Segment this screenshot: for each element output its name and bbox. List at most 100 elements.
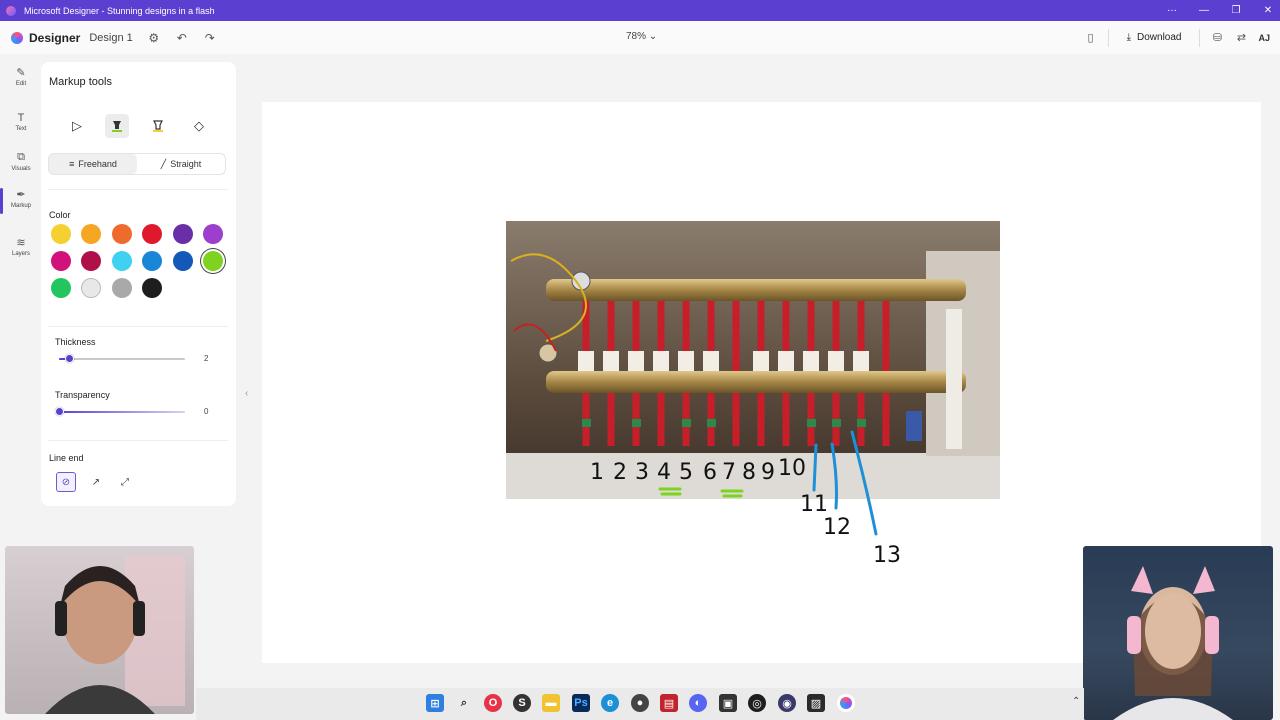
app-icon[interactable]: ▤	[660, 694, 678, 712]
windows-start-icon[interactable]: ⊞	[426, 694, 444, 712]
color-swatch[interactable]	[51, 251, 71, 271]
minimize-button[interactable]: —	[1198, 5, 1210, 16]
freehand-mode-button[interactable]: ≡ Freehand	[49, 154, 137, 174]
color-swatch[interactable]	[112, 278, 132, 298]
transparency-slider-handle[interactable]	[55, 407, 64, 416]
rail-label: Text	[15, 126, 27, 132]
avatar[interactable]: AJ	[1258, 33, 1270, 43]
header-actions: ▯ ⤓ Download ⛁ ⇄ AJ	[1084, 25, 1270, 50]
label-number[interactable]: 10	[778, 456, 806, 481]
color-label: Color	[49, 210, 71, 220]
rail-item-edit[interactable]: ✎ Edit	[0, 66, 42, 87]
pen-tool-icon[interactable]	[105, 114, 129, 138]
edit-icon: ✎	[16, 67, 26, 79]
rail-item-text[interactable]: T Text	[0, 112, 42, 132]
restore-button[interactable]: ❐	[1230, 5, 1242, 16]
line-end-double-arrow-icon[interactable]: ⤢	[115, 472, 135, 492]
page-size-icon[interactable]: ▯	[1084, 31, 1098, 44]
mode-label: Straight	[170, 159, 202, 169]
line-end-arrow-icon[interactable]: ↗	[86, 472, 106, 492]
rail-item-layers[interactable]: ≋ Layers	[0, 236, 42, 257]
eraser-tool-icon[interactable]: ◇	[187, 114, 211, 138]
app-header: Designer Design 1 ⚙ ↶ ↷ 78% ⌄ ▯ ⤓ Downlo…	[0, 21, 1280, 54]
label-number[interactable]: 3	[635, 460, 649, 485]
color-swatch[interactable]	[142, 224, 162, 244]
zoom-dropdown[interactable]: 78% ⌄	[626, 31, 657, 42]
label-number[interactable]: 5	[679, 460, 693, 485]
file-explorer-icon[interactable]: ▬	[542, 694, 560, 712]
edge-icon[interactable]: e	[601, 694, 619, 712]
label-number[interactable]: 2	[613, 460, 627, 485]
panel-divider	[48, 440, 228, 441]
transparency-label: Transparency	[55, 390, 110, 400]
search-icon[interactable]: ⌕	[455, 694, 473, 712]
thickness-slider-handle[interactable]	[65, 354, 75, 363]
designer-taskbar-icon[interactable]	[837, 694, 855, 712]
download-label: Download	[1137, 32, 1182, 43]
discord-icon[interactable]: ◐	[689, 694, 707, 712]
redo-icon[interactable]: ↷	[203, 31, 217, 45]
brand-name[interactable]: Designer	[29, 31, 80, 45]
color-swatch[interactable]	[112, 224, 132, 244]
opera-icon[interactable]: O	[484, 694, 502, 712]
color-swatch[interactable]	[173, 251, 193, 271]
app-circle-icon[interactable]: ◉	[778, 694, 796, 712]
color-swatch[interactable]	[112, 251, 132, 271]
undo-icon[interactable]: ↶	[175, 31, 189, 45]
highlighter-tool-icon[interactable]	[146, 114, 170, 138]
color-swatch[interactable]	[51, 224, 71, 244]
collapse-panel-icon[interactable]: ‹	[245, 388, 248, 399]
select-tool-icon[interactable]: ▷	[65, 114, 89, 138]
thickness-slider[interactable]	[59, 358, 185, 360]
color-swatch[interactable]	[81, 278, 101, 298]
panel-title: Markup tools	[49, 76, 112, 88]
designer-brand-icon	[11, 31, 23, 44]
rail-label: Edit	[15, 81, 27, 87]
label-number[interactable]: 4	[657, 460, 671, 485]
chevron-up-icon[interactable]: ⌃	[1072, 696, 1080, 707]
label-number[interactable]: 11	[800, 492, 828, 517]
label-number[interactable]: 12	[823, 515, 851, 540]
color-swatch[interactable]	[203, 224, 223, 244]
label-number[interactable]: 13	[873, 543, 901, 568]
markup-tools-panel: Markup tools ▷ ◇ ≡ Freehand ╱ Straight C…	[41, 62, 236, 506]
thickness-value[interactable]: 2	[204, 354, 208, 363]
color-swatch[interactable]	[81, 224, 101, 244]
manifold-photo[interactable]	[506, 221, 1000, 499]
photoshop-icon[interactable]: Ps	[572, 694, 590, 712]
color-swatch[interactable]	[81, 251, 101, 271]
label-number[interactable]: 9	[761, 460, 775, 485]
color-swatch[interactable]	[142, 251, 162, 271]
rail-item-markup[interactable]: ✒ Markup	[0, 188, 42, 214]
transparency-slider[interactable]	[59, 411, 185, 413]
label-number[interactable]: 6	[703, 460, 717, 485]
line-end-none-icon[interactable]: ⊘	[56, 472, 76, 492]
steam-icon[interactable]: S	[513, 694, 531, 712]
more-window-button[interactable]: ···	[1166, 5, 1178, 16]
label-number[interactable]: 1	[590, 460, 604, 485]
rail-item-visuals[interactable]: ⧉ Visuals	[0, 151, 42, 172]
close-window-button[interactable]: ✕	[1262, 5, 1274, 16]
freehand-icon: ≡	[69, 159, 75, 169]
straight-mode-button[interactable]: ╱ Straight	[137, 154, 225, 174]
webcam-overlay-right	[1083, 546, 1273, 720]
color-swatch[interactable]	[173, 224, 193, 244]
app-dark-icon[interactable]: ▨	[807, 694, 825, 712]
transparency-value[interactable]: 0	[204, 407, 208, 416]
window-controls: ··· — ❐ ✕	[1166, 0, 1274, 21]
color-swatch[interactable]	[142, 278, 162, 298]
obs-icon[interactable]: ●	[631, 694, 649, 712]
layers-icon: ≋	[16, 237, 26, 249]
xbox-icon[interactable]: ◎	[748, 694, 766, 712]
share-icon[interactable]: ⇄	[1234, 31, 1248, 44]
label-number[interactable]: 8	[742, 460, 756, 485]
label-number[interactable]: 7	[722, 460, 736, 485]
download-button[interactable]: ⤓ Download	[1119, 27, 1190, 49]
stroke-mode-toggle: ≡ Freehand ╱ Straight	[48, 153, 226, 175]
design-name[interactable]: Design 1	[89, 32, 132, 44]
terminal-icon[interactable]: ▣	[719, 694, 737, 712]
design-settings-icon[interactable]: ⚙	[147, 31, 161, 45]
color-swatch[interactable]	[51, 278, 71, 298]
storage-icon[interactable]: ⛁	[1210, 31, 1224, 44]
color-swatch[interactable]	[203, 251, 223, 271]
